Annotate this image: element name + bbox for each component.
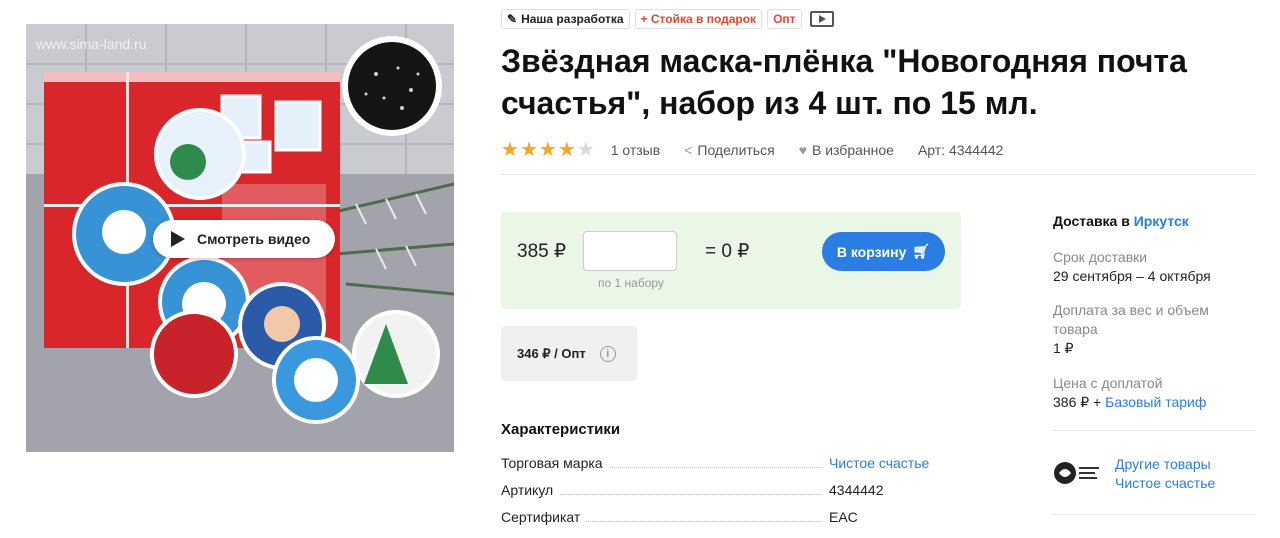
price-with-surcharge-value: 386 ₽ + [1053, 394, 1102, 410]
reviews-count: 1 отзыв [610, 142, 661, 158]
delivery-city-link[interactable]: Иркутск [1134, 213, 1189, 229]
quantity-hint: по 1 набору [598, 276, 664, 290]
star-icon: ★ [576, 139, 595, 161]
char-key: Артикул [501, 482, 560, 498]
char-row-certificate: Сертификат EAC [501, 509, 931, 527]
characteristics-title: Характеристики [501, 421, 621, 438]
char-value-brand-link[interactable]: Чистое счастье [829, 455, 929, 471]
star-icon: ★ [519, 139, 538, 161]
rating-stars[interactable]: ★ ★ ★ ★ ★ [501, 140, 595, 160]
delivery-price: Цена с доплатой 386 ₽ + Базовый тариф [1053, 374, 1258, 412]
char-key: Торговая марка [501, 455, 609, 471]
char-row-article: Артикул 4344442 [501, 482, 931, 500]
price-box: 385 ₽ по 1 набору = 0 ₽ В корзину 🛒︎ [501, 212, 961, 309]
add-to-cart-label: В корзину [836, 243, 907, 260]
reviews-link[interactable]: 1 отзыв [611, 142, 661, 158]
tag-wholesale[interactable]: Опт [767, 9, 802, 29]
wholesale-price: 346 ₽ / Опт [517, 345, 586, 361]
delivery-title: Доставка в Иркутск [1053, 213, 1258, 229]
char-row-brand: Торговая марка Чистое счастье [501, 455, 931, 473]
watch-video-button[interactable]: Смотреть видео [153, 220, 335, 258]
product-image[interactable]: www.sima-land.ru Смотреть видео [26, 24, 454, 452]
cart-icon: 🛒︎ [912, 243, 931, 259]
watch-video-label: Смотреть видео [197, 231, 311, 247]
star-icon: ★ [501, 139, 519, 161]
divider [1053, 514, 1256, 515]
video-icon[interactable] [809, 11, 834, 27]
article-number: Арт: 4344442 [917, 142, 1004, 158]
price-with-surcharge-label: Цена с доплатой [1053, 375, 1163, 391]
brand-logo[interactable] [1053, 459, 1101, 487]
product-title: Звёздная маска-плёнка "Новогодняя почта … [501, 43, 1187, 121]
divider [501, 174, 1256, 175]
brand-other-goods[interactable]: Другие товары Чистое счастье [1115, 455, 1215, 493]
play-icon [171, 231, 185, 247]
delivery-title-prefix: Доставка в [1053, 213, 1130, 229]
total-price: = 0 ₽ [705, 241, 750, 262]
tag-gift-stand[interactable]: + Стойка в подарок [634, 9, 763, 29]
share-icon: < [684, 142, 693, 158]
star-icon: ★ [557, 139, 576, 161]
quantity-input[interactable] [583, 231, 677, 271]
heart-icon: ♥ [798, 142, 807, 158]
char-value: EAC [829, 509, 858, 525]
watermark: www.sima-land.ru [36, 36, 147, 52]
product-meta: ★ ★ ★ ★ ★ 1 отзыв < Поделиться ♥ В избранное… [501, 140, 1027, 160]
brand-name-link[interactable]: Чистое счастье [1115, 474, 1215, 493]
delivery-term-label: Срок доставки [1053, 249, 1148, 265]
share-label: Поделиться [697, 142, 775, 158]
base-tariff-link[interactable]: Базовый тариф [1105, 394, 1206, 410]
product-tags: ✎ Наша разработка + Стойка в подарок Опт [501, 9, 834, 29]
unit-price: 385 ₽ [517, 241, 567, 262]
wholesale-price-box: 346 ₽ / Опт i [501, 326, 637, 381]
info-icon[interactable]: i [599, 345, 616, 362]
favorite-label: В избранное [812, 142, 894, 158]
other-goods-link[interactable]: Другие товары [1115, 455, 1215, 474]
surcharge-value: 1 ₽ [1053, 340, 1074, 356]
surcharge-label: Доплата за вес и объем товара [1053, 302, 1209, 337]
char-value: 4344442 [829, 482, 884, 498]
share-button[interactable]: < Поделиться [684, 142, 775, 158]
add-to-cart-button[interactable]: В корзину 🛒︎ [822, 232, 945, 271]
delivery-term: Срок доставки 29 сентября – 4 октября [1053, 248, 1258, 286]
delivery-surcharge: Доплата за вес и объем товара 1 ₽ [1053, 301, 1243, 358]
tag-our-development[interactable]: ✎ Наша разработка [501, 9, 630, 29]
tag-our-development-label: Наша разработка [521, 12, 624, 26]
char-key: Сертификат [501, 509, 587, 525]
star-icon: ★ [538, 139, 557, 161]
brush-icon: ✎ [507, 12, 518, 26]
divider [1053, 430, 1256, 431]
favorite-button[interactable]: ♥ В избранное [799, 142, 894, 158]
delivery-term-value: 29 сентября – 4 октября [1053, 268, 1211, 284]
